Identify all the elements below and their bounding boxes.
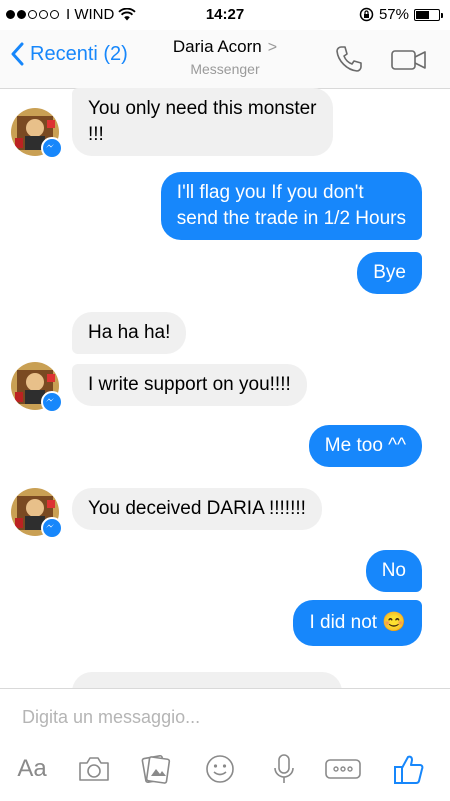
contact-name: Daria Acorn bbox=[172, 37, 262, 56]
message-line: Bye bbox=[373, 262, 406, 283]
message-line: !!! bbox=[88, 124, 104, 145]
status-bar: I WIND 14:27 57% bbox=[0, 0, 450, 30]
messenger-badge-icon bbox=[41, 137, 63, 159]
phone-icon bbox=[336, 46, 362, 72]
message-line: I'll flag you If you don't bbox=[176, 182, 364, 203]
message-line: I did not 😊 bbox=[309, 612, 406, 633]
message-bubble-outgoing[interactable]: Me too ^^ bbox=[308, 425, 422, 467]
message-bubble-outgoing[interactable]: I did not 😊 bbox=[293, 600, 422, 646]
camera-button[interactable] bbox=[76, 751, 112, 787]
message-input[interactable]: Digita un messaggio... bbox=[22, 707, 200, 728]
message-line: send the trade in 1/2 Hours bbox=[176, 208, 406, 229]
photo-icon bbox=[141, 754, 171, 784]
composer-toolbar: Aa bbox=[0, 751, 450, 791]
like-button[interactable] bbox=[390, 751, 428, 787]
text-format-label: Aa bbox=[17, 755, 47, 782]
message-line: You only need this monster bbox=[88, 98, 317, 119]
typing-indicator bbox=[72, 672, 342, 688]
message-bubble-outgoing[interactable]: Bye bbox=[357, 252, 422, 294]
messenger-badge-icon bbox=[41, 517, 63, 539]
battery-percent: 57% bbox=[378, 6, 409, 23]
avatar[interactable] bbox=[11, 362, 63, 413]
message-bubble-incoming[interactable]: You deceived DARIA !!!!!!! bbox=[72, 488, 322, 530]
more-button[interactable] bbox=[322, 751, 364, 787]
voice-button[interactable] bbox=[266, 751, 302, 787]
more-dots-icon bbox=[325, 759, 361, 779]
video-call-button[interactable] bbox=[390, 47, 428, 78]
conversation-header: Recenti (2) Daria Acorn > Messenger bbox=[0, 30, 450, 89]
messenger-badge-icon bbox=[41, 391, 63, 413]
chevron-right-icon: > bbox=[267, 39, 278, 56]
message-thread[interactable]: You only need this monster !!! I'll flag… bbox=[0, 88, 450, 688]
battery-icon bbox=[414, 8, 443, 21]
composer: Digita un messaggio... Aa bbox=[0, 688, 450, 801]
camera-icon bbox=[79, 757, 109, 781]
message-bubble-outgoing[interactable]: I'll flag you If you don't send the trad… bbox=[160, 172, 422, 240]
rotation-lock-icon bbox=[359, 7, 374, 22]
text-format-button[interactable]: Aa bbox=[14, 751, 50, 787]
battery-info: 57% bbox=[359, 6, 443, 23]
video-camera-icon bbox=[391, 50, 426, 70]
avatar[interactable] bbox=[11, 488, 63, 539]
message-bubble-incoming[interactable]: I write support on you!!!! bbox=[72, 364, 307, 406]
contact-title[interactable]: Daria Acorn > Messenger bbox=[0, 37, 450, 77]
thumbs-up-icon bbox=[394, 755, 424, 784]
avatar[interactable] bbox=[11, 108, 63, 159]
message-line: Ha ha ha! bbox=[88, 322, 171, 343]
message-line: You deceived DARIA !!!!!!! bbox=[88, 498, 306, 519]
contact-subtitle: Messenger bbox=[190, 61, 260, 77]
smiley-icon bbox=[206, 755, 234, 783]
message-line: No bbox=[381, 560, 406, 581]
message-bubble-incoming[interactable]: Ha ha ha! bbox=[72, 312, 187, 354]
sticker-button[interactable] bbox=[202, 751, 238, 787]
message-line: Me too ^^ bbox=[324, 435, 406, 456]
message-bubble-outgoing[interactable]: No bbox=[365, 550, 422, 592]
message-line: I write support on you!!!! bbox=[88, 374, 291, 395]
gallery-button[interactable] bbox=[138, 751, 174, 787]
microphone-icon bbox=[274, 754, 294, 783]
call-button[interactable] bbox=[333, 43, 365, 80]
message-bubble-incoming[interactable]: You only need this monster !!! bbox=[72, 88, 333, 156]
